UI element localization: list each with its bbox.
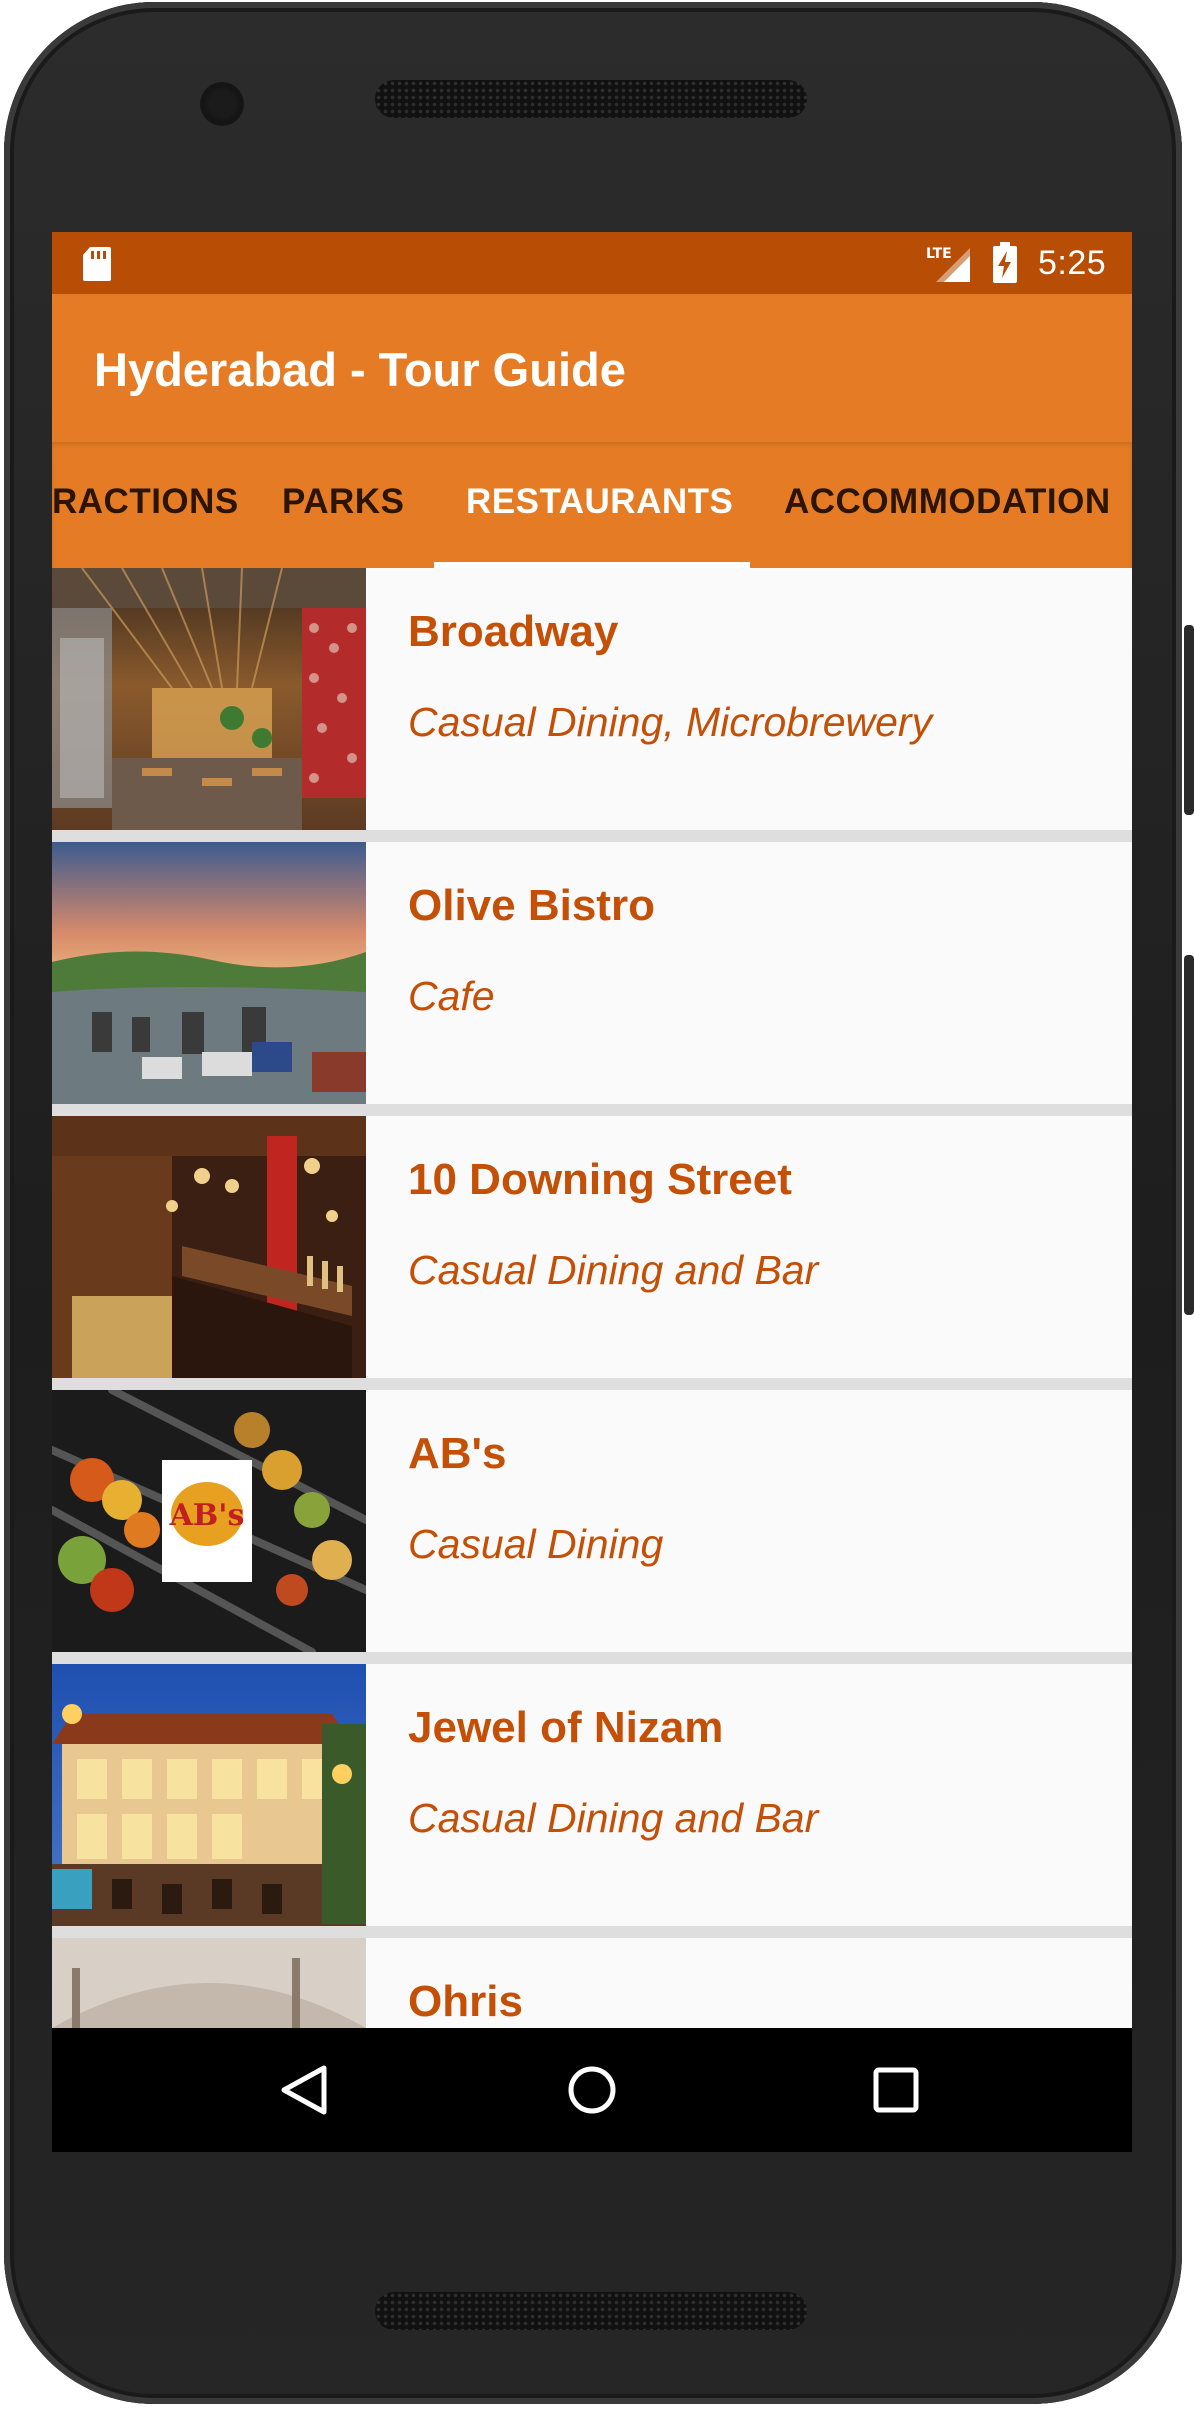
list-item[interactable]: Jewel of Nizam Casual Dining and Bar xyxy=(52,1664,1132,1926)
front-camera xyxy=(200,82,244,126)
list-item[interactable]: Broadway Casual Dining, Microbrewery xyxy=(52,568,1132,830)
device-frame: LTE 5:25 Hyderabad - Tour Guide RACTIONS… xyxy=(0,0,1194,2409)
recents-icon[interactable] xyxy=(856,2050,936,2130)
restaurant-name: Ohris xyxy=(408,1977,523,2026)
power-button xyxy=(1184,625,1194,815)
app-screen: LTE 5:25 Hyderabad - Tour Guide RACTIONS… xyxy=(52,232,1132,2152)
restaurant-name: 10 Downing Street xyxy=(408,1155,792,1204)
restaurant-photo xyxy=(52,842,366,1104)
restaurant-type: Cafe xyxy=(408,973,495,1019)
app-bar: Hyderabad - Tour Guide xyxy=(52,294,1132,442)
tab-bar: RACTIONS PARKS RESTAURANTS ACCOMMODATION xyxy=(52,442,1132,568)
abs-logo-text: AB's xyxy=(169,1498,245,1533)
app-title: Hyderabad - Tour Guide xyxy=(94,343,626,396)
restaurant-name: Jewel of Nizam xyxy=(408,1703,724,1752)
list-item[interactable]: 10 Downing Street Casual Dining and Bar xyxy=(52,1116,1132,1378)
tab-attractions[interactable]: RACTIONS xyxy=(52,442,239,568)
top-speaker xyxy=(375,80,807,118)
status-bar: LTE 5:25 xyxy=(52,232,1132,294)
sd-card-icon xyxy=(83,247,111,281)
restaurant-photo xyxy=(52,1664,366,1926)
bottom-speaker xyxy=(375,2292,807,2330)
tab-parks[interactable]: PARKS xyxy=(282,442,404,568)
restaurant-name: Broadway xyxy=(408,607,619,656)
volume-button xyxy=(1184,955,1194,1315)
svg-text:LTE: LTE xyxy=(926,246,952,262)
tab-accommodation[interactable]: ACCOMMODATION xyxy=(784,442,1111,568)
back-icon[interactable] xyxy=(264,2050,344,2130)
restaurant-type: Casual Dining, Microbrewery xyxy=(408,699,933,745)
restaurant-type: Casual Dining and Bar xyxy=(408,1795,819,1841)
restaurant-name: Olive Bistro xyxy=(408,881,655,930)
list-item[interactable]: Olive Bistro Cafe xyxy=(52,842,1132,1104)
restaurant-photo: AB's xyxy=(52,1390,366,1652)
restaurant-type: Casual Dining xyxy=(408,1521,664,1567)
home-icon[interactable] xyxy=(552,2050,632,2130)
status-time: 5:25 xyxy=(1038,244,1107,282)
restaurant-photo xyxy=(52,568,366,830)
restaurant-list[interactable]: Broadway Casual Dining, Microbrewery Oli… xyxy=(52,568,1132,2152)
restaurant-type: Casual Dining and Bar xyxy=(408,1247,819,1293)
restaurant-photo xyxy=(52,1116,366,1378)
battery-charging-icon xyxy=(993,242,1017,283)
restaurant-name: AB's xyxy=(408,1429,507,1478)
navigation-bar xyxy=(52,2028,1132,2152)
list-item[interactable]: AB's AB's Casual Dining xyxy=(52,1390,1132,1652)
tab-restaurants[interactable]: RESTAURANTS xyxy=(466,442,733,568)
lte-signal-icon: LTE xyxy=(926,246,970,282)
